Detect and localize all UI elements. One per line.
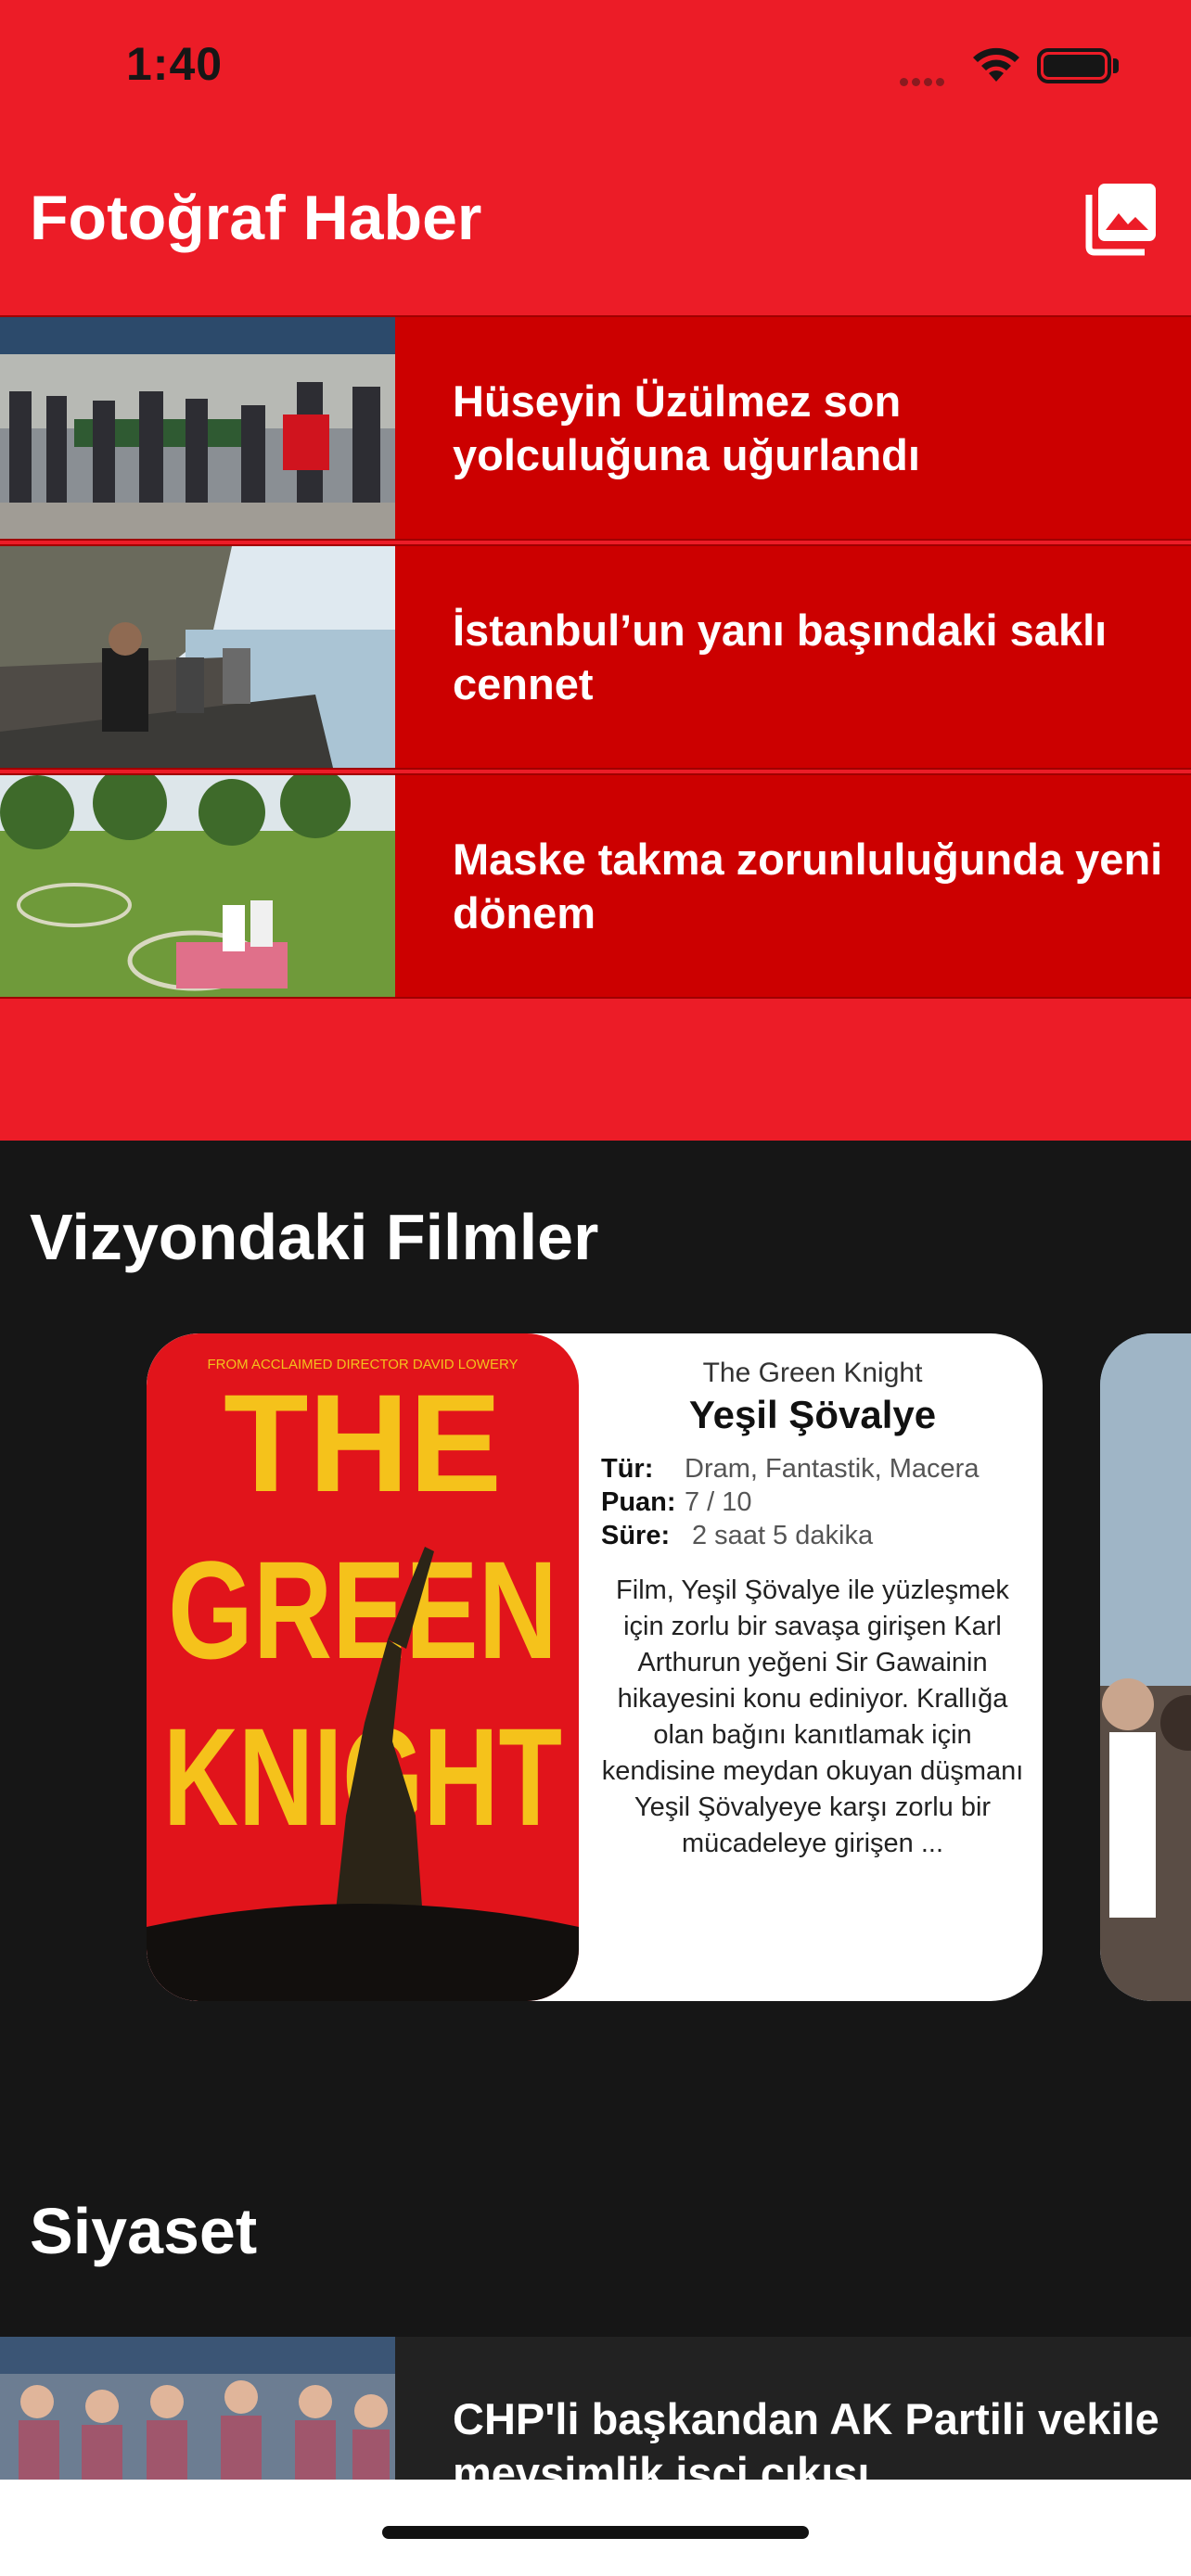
photo-news-item[interactable]: Hüseyin Üzülmez son yolculuğuna uğurland… [0, 315, 1191, 541]
photo-news-title: Hüseyin Üzülmez son yolculuğuna uğurland… [453, 376, 920, 479]
section-title: Vizyondaki Filmler [30, 1201, 599, 1273]
movie-meta: Tür: Dram, Fantastik, Macera Puan: 7 / 10 … [601, 1452, 1024, 1552]
movie-info: The Green Knight Yeşil Şövalye Tür: Dram,… [601, 1358, 1024, 1862]
photo-news-list: Hüseyin Üzülmez son yolculuğuna uğurland… [0, 315, 1191, 1002]
movie-title: Yeşil Şövalye [688, 1393, 937, 1436]
photo-news-item[interactable]: İstanbul’un yanı başındaki saklı cennet [0, 544, 1191, 770]
home-indicator[interactable] [382, 2526, 809, 2539]
status-time: 1:40 [126, 38, 224, 90]
cellular-signal-icon [900, 74, 948, 91]
section-title: Fotoğraf Haber [30, 183, 482, 253]
photo-news-title: İstanbul’un yanı başındaki saklı cennet [453, 605, 1108, 708]
movie-description: Film, Yeşil Şövalye ile yüzleşmek için z… [601, 1575, 1024, 1858]
duration-value: 2 saat 5 dakika [692, 1521, 874, 1550]
politics-thumbnail [0, 2337, 395, 2485]
photo-thumbnail [0, 317, 395, 539]
photo-library-icon[interactable] [1082, 180, 1159, 258]
movie-poster: FROM ACCLAIMED DIRECTOR DAVID LOWERY THE… [147, 1333, 579, 2001]
photo-thumbnail [0, 775, 395, 997]
next-movie-card[interactable] [1100, 1333, 1191, 2001]
movie-original-title: The Green Knight [702, 1358, 923, 1388]
rating-value: 7 / 10 [685, 1487, 752, 1517]
rating-label: Puan: [601, 1487, 676, 1517]
movie-card[interactable]: FROM ACCLAIMED DIRECTOR DAVID LOWERY THE… [147, 1333, 1043, 2001]
battery-tip [1113, 58, 1119, 73]
status-bar: 1:40 [0, 0, 1191, 139]
politics-news-item[interactable]: CHP'li başkandan AK Partili vekile mevsi… [0, 2337, 1191, 2497]
genre-label: Tür: [601, 1454, 654, 1484]
photo-news-section: Fotoğraf Haber Hüseyin Üzülmez son yolcu… [0, 139, 1191, 1141]
photo-news-title: Maske takma zorunluluğunda yeni dönem [453, 834, 1163, 937]
poster-word-1: THE [224, 1365, 502, 1521]
photo-news-item[interactable]: Maske takma zorunluluğunda yeni dönem [0, 773, 1191, 999]
movies-section: Vizyondaki Filmler FROM ACCLAIMED DIRECT… [0, 1141, 1191, 2142]
wifi-icon [973, 47, 1019, 82]
battery-icon [1037, 48, 1111, 83]
section-title: Siyaset [30, 2195, 258, 2267]
home-indicator-area [0, 2480, 1191, 2576]
duration-label: Süre: [601, 1521, 671, 1550]
photo-thumbnail [0, 546, 395, 768]
genre-value: Dram, Fantastik, Macera [685, 1454, 980, 1484]
poster-word-2: GREEN [168, 1532, 557, 1688]
